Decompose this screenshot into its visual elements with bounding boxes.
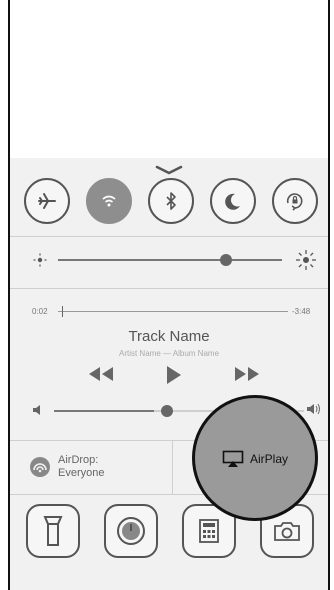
airdrop-status: Everyone [58, 467, 105, 479]
volume-high-icon [307, 403, 320, 415]
flashlight-button[interactable] [26, 504, 80, 558]
rotation-lock-toggle[interactable] [272, 178, 318, 224]
airplay-content: AirPlay [195, 450, 315, 468]
timer-button[interactable] [104, 504, 158, 558]
airplay-button[interactable]: AirPlay [192, 395, 318, 521]
airplane-mode-toggle[interactable] [24, 178, 70, 224]
airdrop-button[interactable]: AirDrop: Everyone [10, 440, 170, 494]
bluetooth-icon [166, 192, 176, 210]
background-area [10, 0, 328, 158]
brightness-high-icon [296, 250, 316, 270]
brightness-track[interactable] [58, 259, 282, 261]
control-center-frame: 0:02 -3:48 Track Name Artist Name — Albu… [8, 0, 330, 590]
scrubber-track[interactable] [58, 311, 288, 312]
wifi-icon [102, 195, 116, 207]
airplane-icon [38, 193, 56, 209]
artist-album: Artist Name — Album Name [118, 349, 220, 358]
control-center-panel: 0:02 -3:48 Track Name Artist Name — Albu… [10, 158, 328, 590]
timer-icon [117, 517, 145, 545]
remaining-time: -3:48 [292, 307, 311, 316]
divider [10, 236, 328, 237]
airplay-icon [222, 450, 244, 467]
brightness-slider[interactable] [10, 242, 328, 278]
wifi-toggle[interactable] [86, 178, 132, 224]
track-name: Track Name [128, 328, 210, 345]
do-not-disturb-toggle[interactable] [210, 178, 256, 224]
volume-low-icon [33, 405, 40, 415]
airdrop-label: AirDrop: Everyone [58, 454, 104, 480]
airdrop-title: AirDrop: [58, 454, 99, 466]
elapsed-time: 0:02 [32, 307, 48, 316]
playback-controls [10, 364, 328, 390]
flashlight-icon [43, 516, 63, 546]
volume-track-filled[interactable] [54, 410, 154, 412]
vertical-divider [172, 440, 173, 494]
rewind-icon[interactable] [86, 364, 116, 384]
divider [10, 288, 328, 289]
bluetooth-toggle[interactable] [148, 178, 194, 224]
toggle-row [10, 174, 328, 234]
airplay-label: AirPlay [249, 452, 288, 466]
moon-icon [225, 193, 240, 210]
brightness-low-icon [33, 253, 47, 267]
calculator-icon [199, 519, 219, 543]
brightness-knob[interactable] [220, 254, 232, 266]
play-icon[interactable] [162, 364, 184, 386]
volume-knob[interactable] [160, 405, 173, 417]
camera-icon [274, 522, 300, 541]
scrubber-handle[interactable] [62, 306, 63, 317]
fast-forward-icon[interactable] [232, 364, 262, 384]
airdrop-icon [30, 457, 50, 477]
rotation-lock-icon [286, 193, 303, 211]
